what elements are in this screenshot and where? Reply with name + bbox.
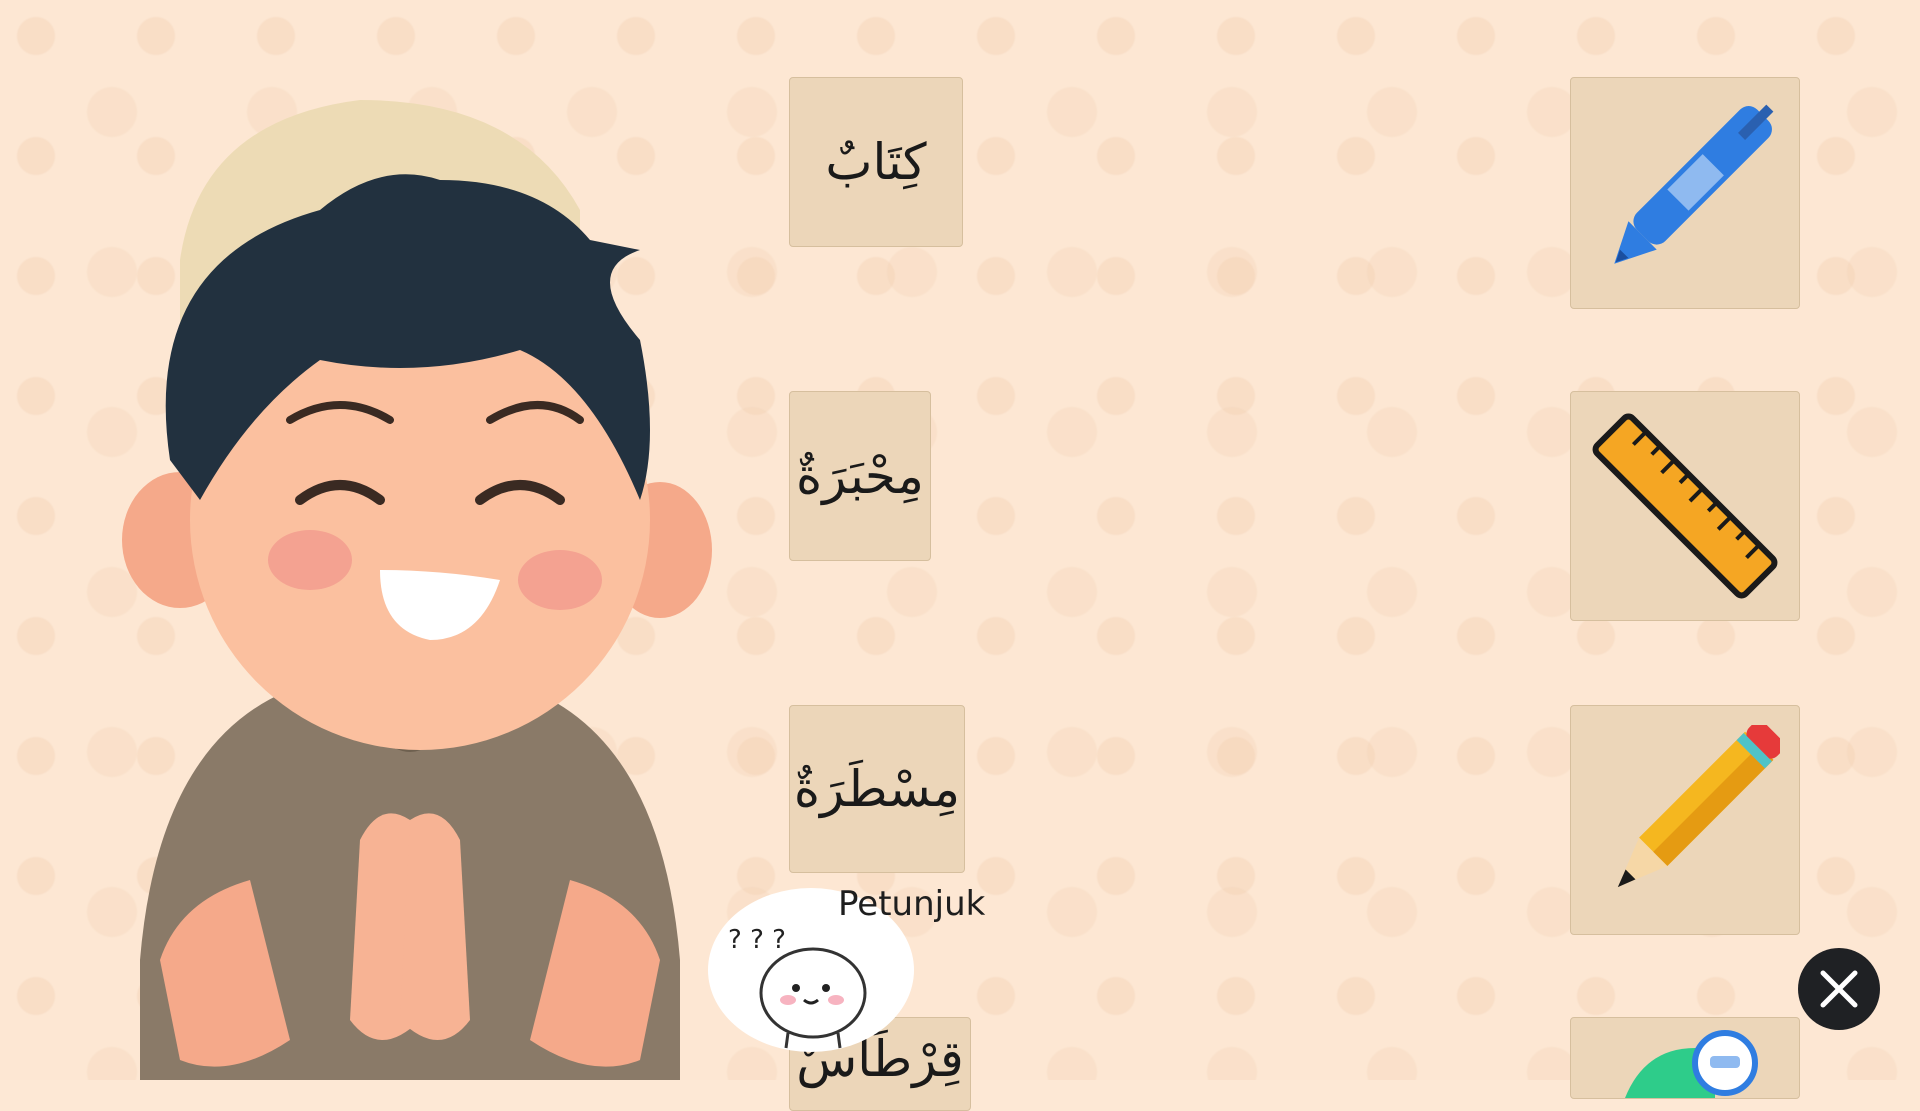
question-marks: ? ? ? [728,925,786,955]
hint-label[interactable]: Petunjuk [838,884,985,924]
picture-card-pencil[interactable] [1570,705,1800,935]
boy-character-illustration [122,100,712,1080]
close-icon [1820,970,1858,1008]
pencil-icon [1617,725,1780,888]
picture-card-pen[interactable] [1570,77,1800,309]
picture-card-ruler[interactable] [1570,391,1800,621]
word-card-mistarah[interactable]: مِسْطَرَةٌ [789,705,965,873]
close-button[interactable] [1798,948,1880,1030]
pen-icon [1614,104,1774,264]
word-text: مِحْبَرَةٌ [796,447,924,505]
picture-card-partial[interactable] [1570,1017,1800,1099]
bag-icon [1625,1030,1758,1098]
word-card-mihbarah[interactable]: مِحْبَرَةٌ [789,391,931,561]
word-text: مِسْطَرَةٌ [793,760,961,818]
word-card-kitab[interactable]: كِتَابٌ [789,77,963,247]
word-text: كِتَابٌ [825,133,927,191]
ruler-icon [1592,413,1778,599]
